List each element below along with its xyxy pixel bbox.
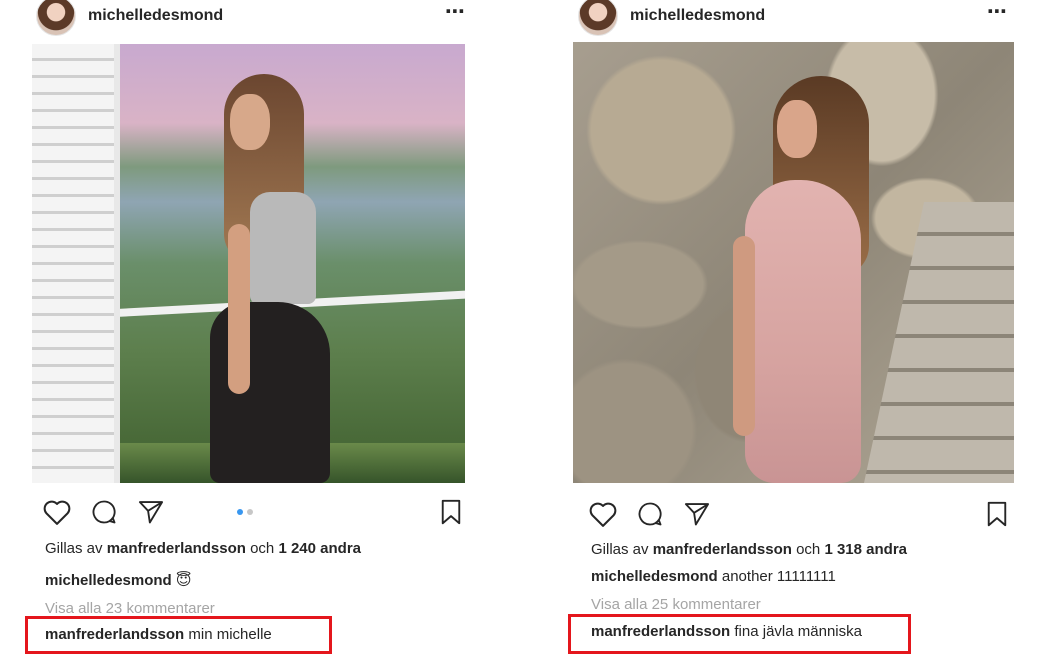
likes-middle: och [250,540,275,557]
photo-person [202,74,332,483]
post-username[interactable]: michelledesmond [88,7,223,25]
carousel-indicator [237,509,257,515]
caption-line: michelledesmond 😇 [45,571,192,589]
heart-icon[interactable] [42,498,72,526]
more-options-icon[interactable]: ⋯ [445,2,466,30]
more-options-icon[interactable]: ⋯ [987,2,1008,30]
likes-count[interactable]: 1 318 andra [824,541,907,558]
avatar[interactable] [36,0,76,36]
likes-user[interactable]: manfrederlandsson [653,541,792,558]
photo-person [723,76,903,483]
bookmark-icon[interactable] [986,501,1008,527]
post-right: michelledesmond ⋯ Gillas av manfrederlan… [558,0,1028,655]
comment-icon[interactable] [636,500,664,528]
caption-line: michelledesmond another 11111111 [591,568,836,585]
post-photo[interactable] [32,44,465,483]
caption-text: another 11111111 [721,568,836,585]
photo-shutter [32,44,120,483]
likes-user[interactable]: manfrederlandsson [107,540,246,557]
comment-highlight-box [25,616,332,654]
carousel-dot [247,509,253,515]
person-arm [228,224,250,394]
likes-prefix: Gillas av [45,540,103,557]
post-actions [42,495,462,529]
post-username[interactable]: michelledesmond [630,7,765,25]
heart-icon[interactable] [588,500,618,528]
avatar[interactable] [578,0,618,36]
send-icon[interactable] [682,500,712,528]
comment-highlight-box [568,614,911,654]
likes-prefix: Gillas av [591,541,649,558]
likes-count[interactable]: 1 240 andra [278,540,361,557]
carousel-dot-active [237,509,243,515]
person-face [777,100,817,158]
view-all-comments-link[interactable]: Visa alla 25 kommentarer [591,596,761,613]
post-left: michelledesmond ⋯ Gillas av manfrederlan… [16,0,486,655]
post-actions [588,497,1008,531]
post-photo[interactable] [573,42,1014,483]
person-face [230,94,270,150]
send-icon[interactable] [136,498,166,526]
caption-text: 😇 [175,572,192,589]
caption-user[interactable]: michelledesmond [591,568,718,585]
person-dress [745,180,861,483]
view-all-comments-link[interactable]: Visa alla 23 kommentarer [45,600,215,617]
post-header: michelledesmond ⋯ [36,0,466,38]
comment-icon[interactable] [90,498,118,526]
post-header: michelledesmond ⋯ [578,0,1008,38]
person-top [250,192,316,304]
likes-line: Gillas av manfrederlandsson och 1 318 an… [591,541,907,558]
bookmark-icon[interactable] [440,499,462,525]
likes-line: Gillas av manfrederlandsson och 1 240 an… [45,540,361,557]
caption-user[interactable]: michelledesmond [45,572,172,589]
person-arm [733,236,755,436]
likes-middle: och [796,541,821,558]
